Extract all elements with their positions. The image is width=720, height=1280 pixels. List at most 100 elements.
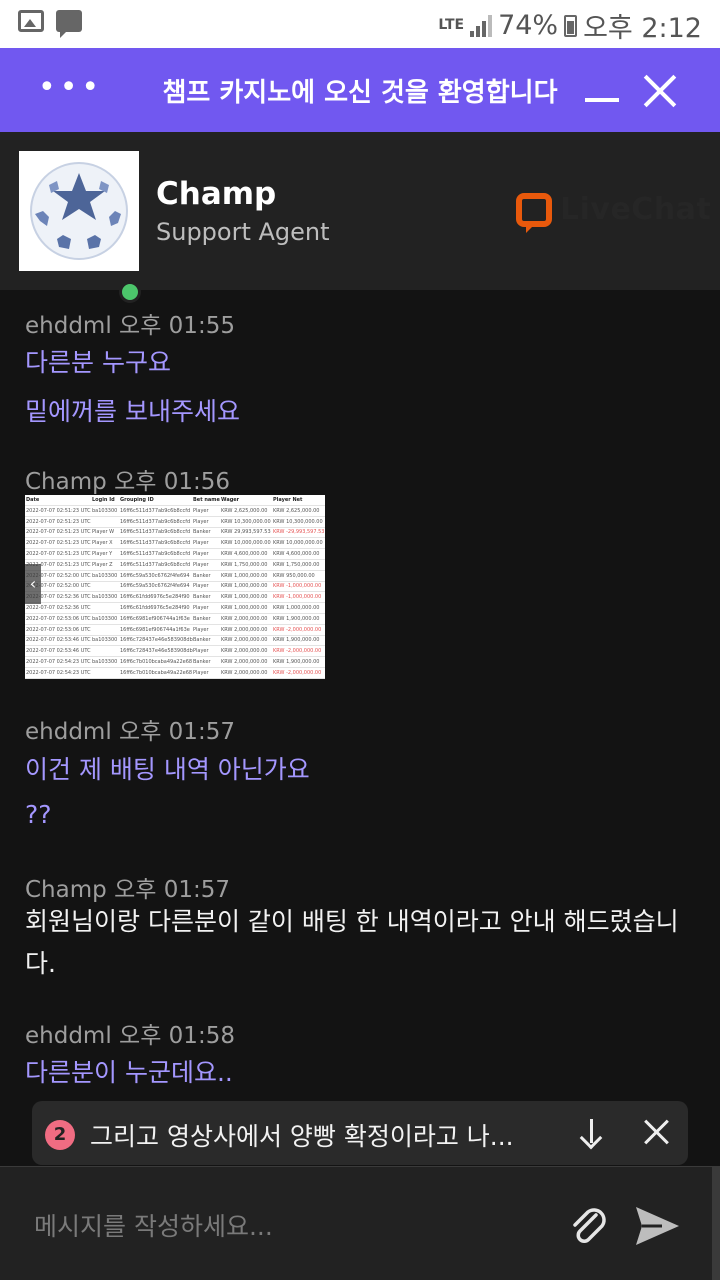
attachment-cell: KRW 1,900,000.00 (273, 659, 320, 665)
attachment-cell: Player (193, 669, 209, 676)
attachment-cell: 16ff6c511d377ab9c6b8ccfd (120, 518, 191, 525)
livechat-brand: LiveChat (560, 192, 712, 227)
attachment-cell: Player (193, 561, 209, 568)
user-message: 밑에꺼를 보내주세요 (25, 397, 240, 426)
attachment-header-row: Date Login Id Grouping ID Bet name Wager Play… (25, 495, 325, 506)
attachment-cell: 2022-07-07 02:54:23 UTC (26, 669, 91, 676)
attachment-cell: KRW 2,000,000.00 (221, 615, 268, 622)
attachment-cell: Player (193, 518, 209, 525)
attachment-cell: 16ff6c511d377ab9c6b8ccfd (120, 507, 191, 514)
attachment-cell: 2022-07-07 02:51:23 UTC (26, 540, 91, 547)
paperclip-icon[interactable] (566, 1203, 612, 1249)
signal-icon (470, 14, 493, 37)
attachment-cell: KRW -1,000,000.00 (273, 594, 322, 601)
agent-details: Champ Support Agent LiveChat (0, 132, 720, 303)
attachment-cell: 16ff6c511d377ab9c6b8ccfd (120, 551, 191, 557)
attachment-cell: ba103300 (92, 615, 118, 622)
message-composer (0, 1166, 720, 1280)
message-time: 오후 01:56 (114, 469, 230, 495)
attachment-cell: ba103300 (92, 572, 118, 579)
attachment-cell: Grouping ID (120, 497, 154, 503)
attachment-row: 2022-07-07 02:51:23 UTC Player Y 16ff6c511… (25, 549, 325, 560)
message-author: ehddml (25, 313, 112, 339)
attachment-cell: Player (193, 551, 209, 557)
football-logo-icon (19, 151, 139, 271)
attachment-row: 2022-07-07 02:51:23 UTC 16ff6c511d377ab9c… (25, 517, 325, 528)
attachment-cell: Player (193, 507, 209, 514)
new-message-toast[interactable]: 2 그리고 영상사에서 양빵 확정이라고 나... (32, 1101, 688, 1165)
attachment-row: 2022-07-07 02:53:46 UTC 16ff6c728437e46e5… (25, 646, 325, 658)
attachment-cell: Banker (193, 615, 211, 622)
message-time: 오후 01:57 (119, 719, 235, 745)
status-bar: LTE 74% 오후 2:12 (0, 0, 720, 48)
attachment-cell: KRW 10,000,000.00 (221, 540, 271, 547)
attachment-cell: KRW 2,625,000.00 (273, 507, 320, 514)
attachment-cell: KRW 950,000.00 (273, 572, 315, 579)
attachment-cell: KRW 2,625,000.00 (221, 507, 268, 514)
attachment-cell: Banker (193, 529, 211, 536)
attachment-row: 2022-07-07 02:53:46 UTC ba103300 16ff6c728… (25, 635, 325, 647)
message-list[interactable]: ehddml 오후 01:55 다른분 누구요 밑에꺼를 보내주세요 Champ… (0, 290, 720, 1166)
attachment-cell: Bet name (193, 497, 220, 503)
toast-preview-text[interactable]: 그리고 영상사에서 양빵 확정이라고 나... (90, 1117, 550, 1153)
toast-close-icon[interactable] (644, 1119, 670, 1145)
attachment-row: 2022-07-07 02:52:00 UTC ba103300 16ff6c59a… (25, 571, 325, 582)
attachment-cell: Player Z (92, 561, 113, 568)
attachment-cell: Player W (92, 529, 115, 536)
attachment-cell: KRW 1,750,000.00 (221, 561, 268, 568)
close-icon[interactable] (643, 74, 677, 108)
attachment-cell: 2022-07-07 02:53:46 UTC (26, 648, 91, 655)
attachment-cell: Player (193, 605, 209, 611)
gallery-notification-icon (18, 10, 44, 32)
attachment-row: 2022-07-07 02:51:23 UTC Player W 16ff6c511… (25, 527, 325, 539)
attachment-cell: 2022-07-07 02:53:46 UTC (26, 637, 91, 644)
attachment-cell: KRW -1,000,000.00 (273, 583, 322, 590)
scrollbar[interactable] (712, 1166, 720, 1280)
attachment-cell: 2022-07-07 02:54:23 UTC (26, 659, 91, 665)
attachment-image[interactable]: Date Login Id Grouping ID Bet name Wager Play… (25, 495, 325, 679)
attachment-cell: ba103300 (92, 594, 118, 601)
message-author: ehddml (25, 719, 112, 745)
attachment-cell: KRW 2,000,000.00 (221, 659, 268, 665)
attachment-cell: KRW 1,750,000.00 (273, 561, 320, 568)
send-icon[interactable] (632, 1203, 682, 1249)
attachment-cell: 16ff6c61fdd6976c5e284f90 (120, 605, 190, 611)
attachment-row: 2022-07-07 02:52:36 UTC 16ff6c61fdd6976c5… (25, 603, 325, 614)
attachment-row: 2022-07-07 02:53:06 UTC ba103300 16ff6c698… (25, 614, 325, 625)
attachment-cell: KRW 1,000,000.00 (221, 594, 268, 601)
livechat-bubble-icon (516, 192, 552, 233)
message-input[interactable] (32, 1205, 536, 1247)
user-message: 다른분 누구요 (25, 348, 171, 377)
attachment-cell: 2022-07-07 02:51:23 UTC (26, 507, 91, 514)
livechat-logo: LiveChat (516, 192, 712, 233)
message-time: 오후 01:55 (119, 313, 235, 339)
minimize-icon[interactable] (585, 98, 619, 102)
attachment-cell: KRW -2,000,000.00 (273, 669, 322, 676)
attachment-cell: 16ff6c7b010bcaba49a22e68 (120, 669, 193, 676)
attachment-cell: Player X (92, 540, 113, 547)
attachment-row: 2022-07-07 02:51:23 UTC ba103300 16ff6c511… (25, 506, 325, 517)
attachment-cell: KRW 2,000,000.00 (221, 669, 268, 676)
message-author: Champ (25, 877, 107, 903)
carousel-prev-icon[interactable]: ‹ (25, 564, 41, 604)
unread-count-badge: 2 (45, 1120, 75, 1150)
attachment-row: 2022-07-07 02:54:23 UTC ba103300 16ff6c7b0… (25, 657, 325, 668)
message-meta: ehddml 오후 01:55 (25, 306, 235, 340)
battery-percent: 74% (498, 10, 559, 41)
attachment-cell: KRW 1,000,000.00 (273, 605, 320, 611)
attachment-cell: 16ff6c7b010bcaba49a22e68 (120, 659, 193, 665)
arrow-down-icon[interactable] (578, 1115, 606, 1149)
attachment-cell: KRW 1,000,000.00 (221, 572, 268, 579)
agent-name: Champ (156, 176, 277, 212)
message-author: Champ (25, 469, 107, 495)
attachment-cell: Player Y (92, 551, 113, 557)
welcome-title: 챔프 카지노에 오신 것을 환영합니다 (162, 78, 558, 108)
attachment-cell: 16ff6c728437e46e583908db (120, 637, 193, 644)
attachment-cell: Player (193, 540, 209, 547)
attachment-cell: 2022-07-07 02:53:06 UTC (26, 615, 91, 622)
message-meta: Champ 오후 01:56 (25, 462, 230, 496)
attachment-cell: 2022-07-07 02:51:23 UTC (26, 551, 91, 557)
attachment-cell: KRW 2,000,000.00 (221, 648, 268, 655)
attachment-cell: 2022-07-07 02:51:23 UTC (26, 529, 91, 536)
user-message: ?? (25, 800, 52, 829)
